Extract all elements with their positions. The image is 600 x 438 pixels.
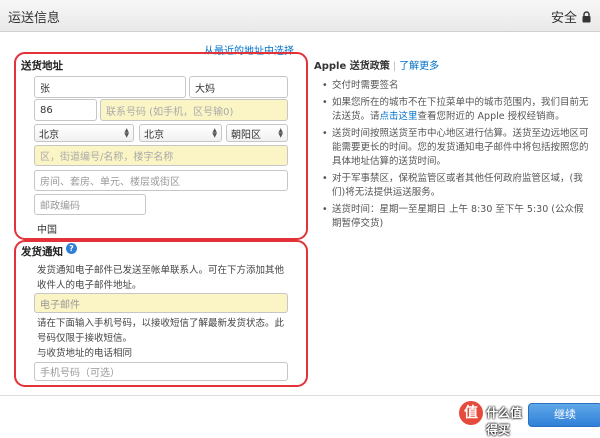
email-placeholder: 电子邮件: [40, 299, 80, 311]
footer-divider: [0, 395, 600, 396]
watermark-badge: 值 什么值得买: [459, 400, 529, 437]
street-field[interactable]: 区，街道编号/名称，楼字名称: [34, 145, 288, 166]
same-as-shipping-link[interactable]: 与收货地址的电话相同: [37, 346, 132, 361]
learn-more-link[interactable]: 了解更多: [399, 61, 439, 72]
policy-item: 送货时间：星期一至星期日 上午 8:30 至下午 5:30 (公众假期暂停交货): [322, 203, 592, 231]
select-arrows-icon: ▲ ▼: [124, 127, 129, 139]
mobile-field[interactable]: 手机号码（可选）: [34, 362, 288, 381]
area-code-value: 86: [40, 104, 53, 116]
policy-item: 送货时间按照送货至市中心地区进行估算。送货至边远地区可能需要更长的时间。您的发货…: [322, 127, 592, 169]
district-value: 朝阳区: [231, 129, 261, 141]
last-name-field[interactable]: 大妈: [189, 76, 288, 98]
district-select[interactable]: 朝阳区 ▲ ▼: [226, 124, 288, 142]
policy-list: 交付时需要签名 如果您所在的城市不在下拉菜单中的城市范围内，我们目前无法送货。请…: [322, 79, 592, 234]
phone-field[interactable]: 联系号码 (如手机，区号输0): [100, 99, 288, 121]
page-header: 运送信息 安全: [0, 0, 600, 32]
province-select[interactable]: 北京 ▲ ▼: [34, 124, 134, 142]
secure-indicator: 安全: [551, 7, 592, 26]
page-title: 运送信息: [8, 11, 61, 26]
last-name-value: 大妈: [195, 83, 215, 95]
divider: |: [392, 61, 397, 72]
help-icon[interactable]: ?: [66, 243, 77, 254]
policy-item: 对于军事禁区，保税监管区或者其他任何政府监管区域，(我们)将无法提供运送服务。: [322, 172, 592, 200]
select-arrows-icon: ▲ ▼: [278, 127, 283, 139]
policy-header: Apple 送货政策 | 了解更多: [314, 57, 439, 72]
country-label: 中国: [37, 225, 57, 236]
policy-item: 如果您所在的城市不在下拉菜单中的城市范围内，我们目前无法送货。请点击这里查看您附…: [322, 96, 592, 124]
watermark-logo-icon: 值: [459, 401, 483, 425]
policy-item-tail: 查看您附近的 Apple 授权经销商。: [417, 111, 565, 122]
email-info-text: 发货通知电子邮件已发送至帐单联系人。可在下方添加其他收件人的电子邮件地址。: [37, 265, 285, 291]
area-code-field[interactable]: 86: [34, 99, 97, 121]
province-value: 北京: [39, 129, 59, 141]
first-name-field[interactable]: 张: [34, 76, 186, 98]
city-value: 北京: [144, 129, 164, 141]
city-select[interactable]: 北京 ▲ ▼: [139, 124, 222, 142]
notification-label: 发货通知: [21, 246, 63, 258]
email-field[interactable]: 电子邮件: [34, 293, 288, 313]
zip-field[interactable]: 邮政编码: [34, 194, 146, 215]
mobile-placeholder: 手机号码（可选）: [40, 368, 120, 379]
phone-placeholder: 联系号码 (如手机，区号输0): [106, 106, 234, 118]
continue-label: 继续: [554, 408, 576, 421]
policy-item: 交付时需要签名: [322, 79, 592, 93]
street-placeholder: 区，街道编号/名称，楼字名称: [40, 152, 174, 163]
select-arrows-icon: ▲ ▼: [212, 127, 217, 139]
dealer-link[interactable]: 点击这里: [380, 111, 418, 122]
zip-placeholder: 邮政编码: [40, 201, 80, 212]
policy-title: Apple 送货政策: [314, 61, 390, 72]
secure-label: 安全: [550, 11, 577, 26]
room-field[interactable]: 房间、套房、单元、楼层或街区: [34, 170, 288, 191]
continue-button[interactable]: 继续: [528, 403, 600, 427]
first-name-value: 张: [40, 83, 50, 95]
room-placeholder: 房间、套房、单元、楼层或街区: [40, 177, 180, 188]
shipping-address-label: 送货地址: [21, 60, 63, 72]
sms-info-text: 请在下面输入手机号码，以接收短信了解最新发货状态。此号码仅限于接收短信。: [37, 318, 285, 344]
lock-icon: [582, 10, 591, 22]
